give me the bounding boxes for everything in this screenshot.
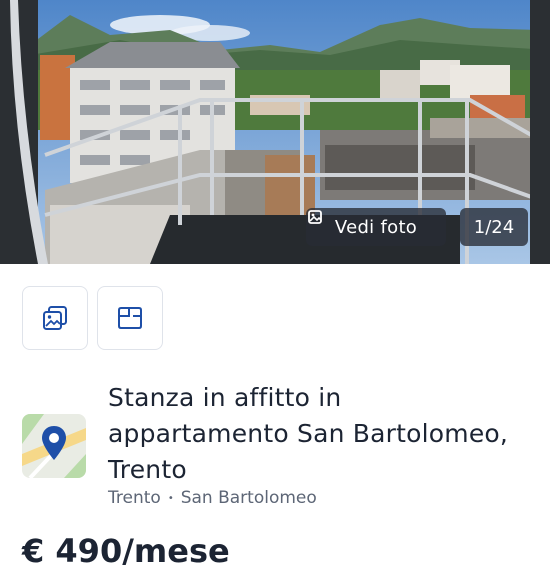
photos-icon	[308, 210, 322, 224]
view-photos-label: Vedi foto	[334, 216, 418, 238]
location-city: Trento	[108, 488, 161, 508]
view-photos-button[interactable]: Vedi foto	[306, 208, 446, 246]
location-separator: •	[167, 492, 174, 504]
image-gallery-icon	[43, 306, 67, 330]
listing-price: € 490/mese	[22, 532, 230, 570]
location-district: San Bartolomeo	[180, 488, 317, 508]
photo-gallery-button[interactable]	[22, 286, 88, 350]
floor-plan-icon	[118, 307, 142, 329]
listing-title: Stanza in affitto in appartamento San Ba…	[108, 383, 509, 484]
listing-photo[interactable]: Vedi foto 1/24	[0, 0, 550, 264]
map-pin-icon	[22, 414, 86, 478]
photo-counter: 1/24	[460, 208, 528, 246]
location-map-thumbnail[interactable]	[22, 414, 86, 478]
listing-location: Trento • San Bartolomeo	[108, 488, 317, 508]
floor-plan-button[interactable]	[97, 286, 163, 350]
